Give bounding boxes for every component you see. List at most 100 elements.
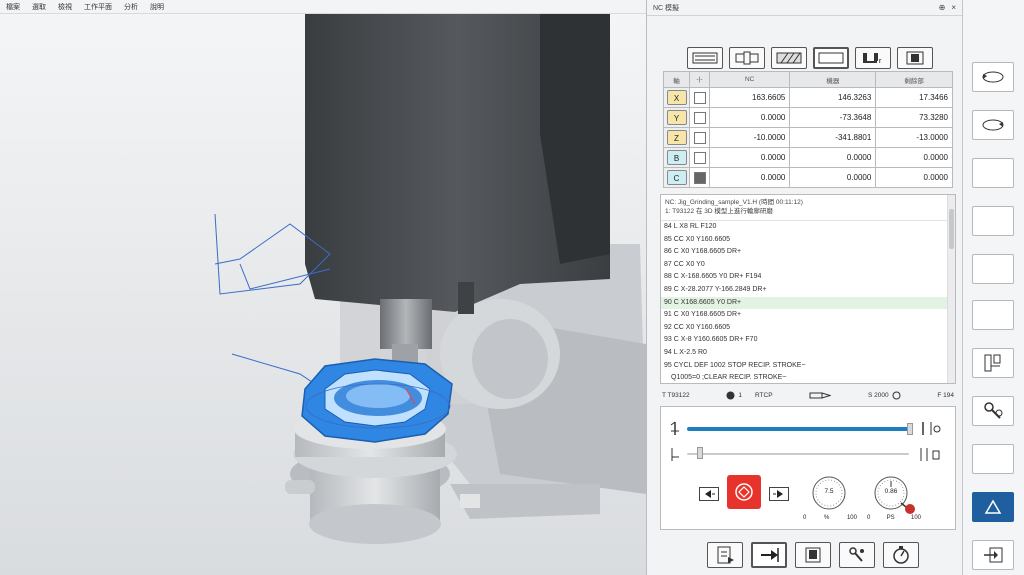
program-line[interactable]: 89 C X-28.2077 Y-166.2849 DR+: [661, 284, 955, 297]
step-end-icon: [920, 448, 940, 461]
speed-dial-scale: 0 % 100: [803, 515, 857, 521]
program-line[interactable]: 86 C X0 Y168.6605 DR+: [661, 246, 955, 259]
axis-label-y[interactable]: Y: [666, 110, 687, 125]
menu-file[interactable]: 檔案: [6, 2, 20, 12]
program-line[interactable]: Q1005=0 ;CLEAR RECIP. STROKE~: [661, 372, 955, 383]
program-line[interactable]: 87 CC X0 Y0: [661, 259, 955, 272]
header-nc: NC: [708, 71, 791, 88]
table-row: Y 0.0000 -73.3648 73.3280: [663, 107, 953, 128]
menu-select[interactable]: 選取: [32, 2, 46, 12]
dial-unit: PS: [886, 515, 895, 521]
nc-value: 0.0000: [708, 167, 791, 188]
program-line[interactable]: 95 CYCL DEF 1002 STOP RECIP. STROKE~: [661, 360, 955, 373]
side-button-6[interactable]: [972, 300, 1014, 330]
menu-analysis[interactable]: 分析: [124, 2, 138, 12]
nc-value: 163.6605: [708, 87, 791, 108]
side-button-3[interactable]: [972, 158, 1014, 188]
rewind-start-icon: [671, 448, 679, 461]
rectangle-icon: [818, 52, 844, 64]
export-icon: [984, 547, 1003, 563]
step-button[interactable]: [751, 542, 787, 568]
side-button-4[interactable]: [972, 206, 1014, 236]
wrench-link-icon: [849, 547, 864, 562]
mode-rectangle-button[interactable]: [813, 47, 849, 69]
axis-label-z[interactable]: Z: [666, 130, 687, 145]
step-back-button[interactable]: [699, 487, 719, 501]
dial-unit: %: [823, 515, 830, 521]
panel-title-bar: NC 模擬 ⊕ ×: [647, 0, 962, 16]
mode-tool-button[interactable]: [729, 47, 765, 69]
pin-icon[interactable]: ⊕: [939, 3, 946, 12]
axis-lock-checkbox[interactable]: [693, 91, 706, 104]
display-mode-toolbar: r: [687, 47, 933, 69]
step-slider[interactable]: [687, 453, 909, 455]
side-button-5[interactable]: [972, 254, 1014, 284]
feed-dial-value: 0.86: [884, 488, 898, 495]
gauge-icon: [893, 546, 909, 564]
program-line[interactable]: 92 CC X0 Y160.6605: [661, 322, 955, 335]
3d-viewport[interactable]: [0, 14, 646, 575]
axis-lock-checkbox[interactable]: [693, 111, 706, 124]
machine-value: 0.0000: [789, 147, 877, 168]
tool-end-icon: [922, 422, 941, 435]
menu-view[interactable]: 檢視: [58, 2, 72, 12]
axis-lock-checkbox[interactable]: [693, 151, 706, 164]
axis-table-header: 軸 -|- NC 機器 剩餘部: [663, 71, 953, 88]
mode-lines-button[interactable]: [687, 47, 723, 69]
program-line[interactable]: 88 C X-168.6605 Y0 DR+ F194: [661, 271, 955, 284]
nc-file-button[interactable]: [707, 542, 743, 568]
feed-dial-scale: 0 PS 100: [867, 515, 921, 521]
wrench-gear-button[interactable]: [972, 396, 1014, 426]
axis-label-b[interactable]: B: [666, 150, 687, 165]
program-line[interactable]: 85 CC X0 Y160.6605: [661, 234, 955, 247]
close-icon[interactable]: ×: [951, 3, 956, 12]
stop-button[interactable]: [727, 475, 761, 509]
table-row: B 0.0000 0.0000 0.0000: [663, 147, 953, 168]
lines-icon: [692, 52, 718, 64]
collapse-button[interactable]: [972, 492, 1014, 522]
program-line[interactable]: 94 L X-2.5 R0: [661, 347, 955, 360]
axis-label-c[interactable]: C: [666, 170, 687, 185]
progress-slider-handle[interactable]: [907, 423, 913, 435]
step-forward-button[interactable]: [769, 487, 789, 501]
remaining-value: 73.3280: [875, 107, 953, 128]
axis-label-x[interactable]: X: [666, 90, 687, 105]
gauge-button[interactable]: [883, 542, 919, 568]
wrench-link-button[interactable]: [839, 542, 875, 568]
export-button[interactable]: [972, 540, 1014, 570]
menu-workplane[interactable]: 工作平面: [84, 2, 112, 12]
spindle-speed: S 2000: [868, 391, 889, 399]
scrollbar-thumb[interactable]: [949, 209, 954, 249]
menu-bar: 檔案 選取 檢視 工作平面 分析 說明: [0, 0, 646, 14]
axis-position-table: 軸 -|- NC 機器 剩餘部 X 163.6605 146.3263 17.3…: [663, 71, 953, 188]
mode-hatch-button[interactable]: [771, 47, 807, 69]
program-line[interactable]: 91 C X0 Y168.6605 DR+: [661, 309, 955, 322]
remaining-value: 17.3466: [875, 87, 953, 108]
machine-view-button[interactable]: [795, 542, 831, 568]
rotate-view-button[interactable]: [972, 62, 1014, 92]
program-scrollbar[interactable]: [947, 195, 955, 383]
mode-machine-button[interactable]: r: [855, 47, 891, 69]
tool-number: 1: [738, 391, 742, 399]
axis-lock-checkbox[interactable]: [693, 171, 706, 184]
triangle-up-icon: [984, 499, 1002, 514]
axis-lock-checkbox[interactable]: [693, 131, 706, 144]
program-header: NC: Jig_Grinding_sample_V1.H (時間 00:11:1…: [661, 195, 955, 221]
header-machine: 機器: [789, 71, 877, 88]
menu-help[interactable]: 說明: [150, 2, 164, 12]
side-button-9[interactable]: [972, 444, 1014, 474]
program-line-current[interactable]: 90 C X168.6605 Y0 DR+: [661, 296, 955, 310]
progress-slider[interactable]: [687, 427, 909, 431]
rotate-view-2-button[interactable]: [972, 110, 1014, 140]
step-slider-handle[interactable]: [697, 447, 703, 459]
program-line[interactable]: 84 L X8 RL F120: [661, 221, 955, 234]
tool-setup-button[interactable]: [972, 348, 1014, 378]
dial-max: 100: [846, 515, 857, 521]
table-row: Z -10.0000 -341.8801 -13.0000: [663, 127, 953, 148]
mode-program-button[interactable]: [897, 47, 933, 69]
nc-program-listing[interactable]: NC: Jig_Grinding_sample_V1.H (時間 00:11:1…: [660, 194, 956, 384]
step-arrow-icon: [761, 548, 779, 562]
svg-text:r: r: [879, 58, 882, 65]
speed-dial-value: 7.5: [824, 488, 834, 495]
program-line[interactable]: 93 C X-8 Y160.6605 DR+ F70: [661, 334, 955, 347]
